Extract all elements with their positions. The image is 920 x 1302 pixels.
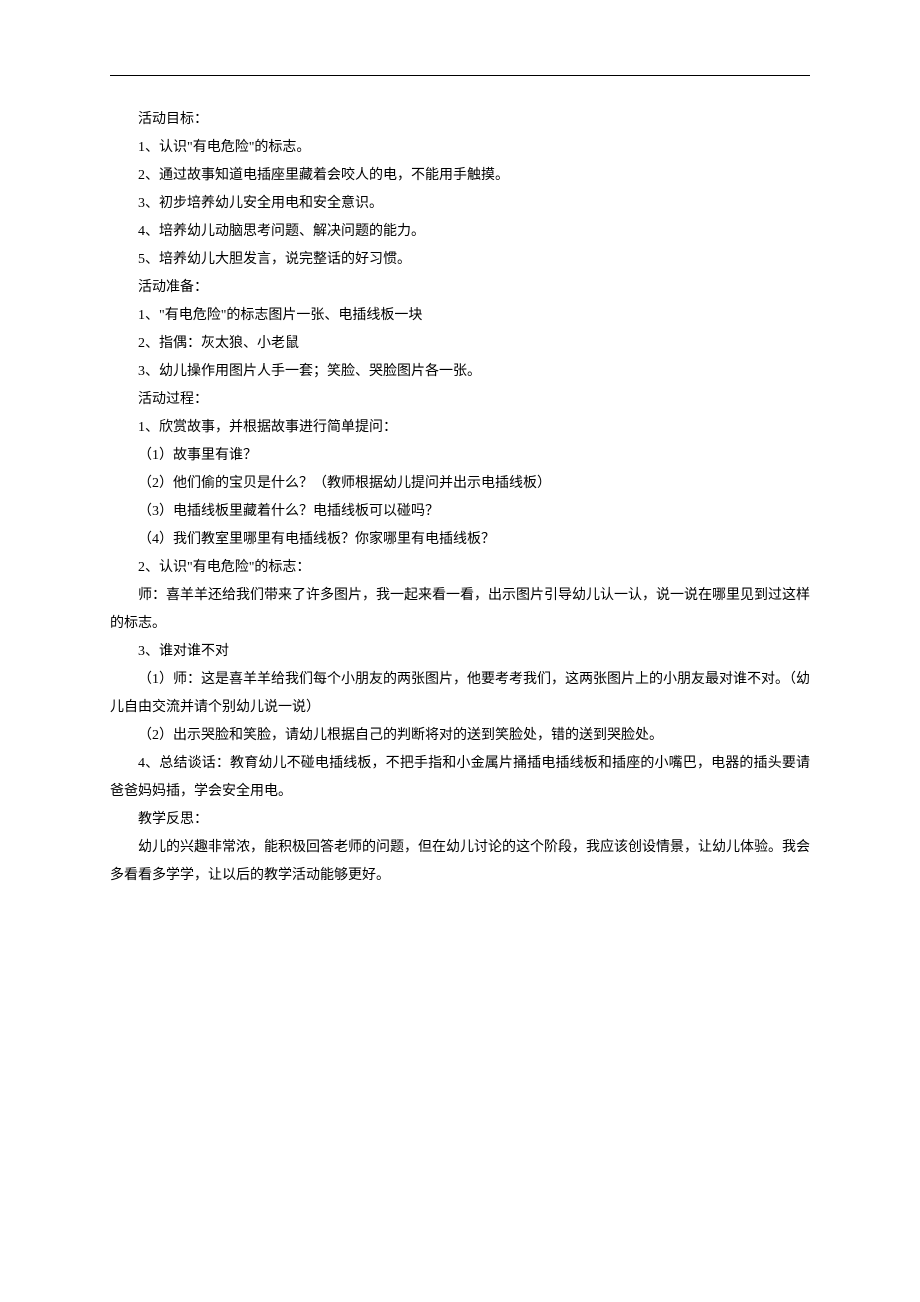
process-item-4: 4、总结谈话：教育幼儿不碰电插线板，不把手指和小金属片捅插电插线板和插座的小嘴巴… [110,750,810,806]
process-sub-item: （1）师：这是喜羊羊给我们每个小朋友的两张图片，他要考考我们，这两张图片上的小朋… [110,666,810,722]
goal-item: 4、培养幼儿动脑思考问题、解决问题的能力。 [110,218,810,246]
prep-item: 1、"有电危险"的标志图片一张、电插线板一块 [110,302,810,330]
process-sub-item: （4）我们教室里哪里有电插线板？你家哪里有电插线板？ [110,526,810,554]
prep-item: 2、指偶：灰太狼、小老鼠 [110,330,810,358]
horizontal-divider [110,75,810,76]
process-2-text: 师：喜羊羊还给我们带来了许多图片，我一起来看一看，出示图片引导幼儿认一认，说一说… [110,582,810,638]
goals-header: 活动目标： [110,106,810,134]
process-item-2: 2、认识"有电危险"的标志： [110,554,810,582]
process-sub-item: （2）他们偷的宝贝是什么？（教师根据幼儿提问并出示电插线板） [110,470,810,498]
prep-item: 3、幼儿操作用图片人手一套；笑脸、哭脸图片各一张。 [110,358,810,386]
process-item-3: 3、谁对谁不对 [110,638,810,666]
page-container: 活动目标： 1、认识"有电危险"的标志。 2、通过故事知道电插座里藏着会咬人的电… [0,0,920,890]
process-sub-item: （3）电插线板里藏着什么？电插线板可以碰吗？ [110,498,810,526]
prep-header: 活动准备： [110,274,810,302]
document-content: 活动目标： 1、认识"有电危险"的标志。 2、通过故事知道电插座里藏着会咬人的电… [110,106,810,890]
process-item-1: 1、欣赏故事，并根据故事进行简单提问： [110,414,810,442]
process-sub-item: （1）故事里有谁？ [110,442,810,470]
goal-item: 2、通过故事知道电插座里藏着会咬人的电，不能用手触摸。 [110,162,810,190]
goal-item: 5、培养幼儿大胆发言，说完整话的好习惯。 [110,246,810,274]
reflection-text: 幼儿的兴趣非常浓，能积极回答老师的问题，但在幼儿讨论的这个阶段，我应该创设情景，… [110,834,810,890]
process-sub-item: （2）出示哭脸和笑脸，请幼儿根据自己的判断将对的送到笑脸处，错的送到哭脸处。 [110,722,810,750]
goal-item: 1、认识"有电危险"的标志。 [110,134,810,162]
goal-item: 3、初步培养幼儿安全用电和安全意识。 [110,190,810,218]
process-header: 活动过程： [110,386,810,414]
reflection-header: 教学反思： [110,806,810,834]
